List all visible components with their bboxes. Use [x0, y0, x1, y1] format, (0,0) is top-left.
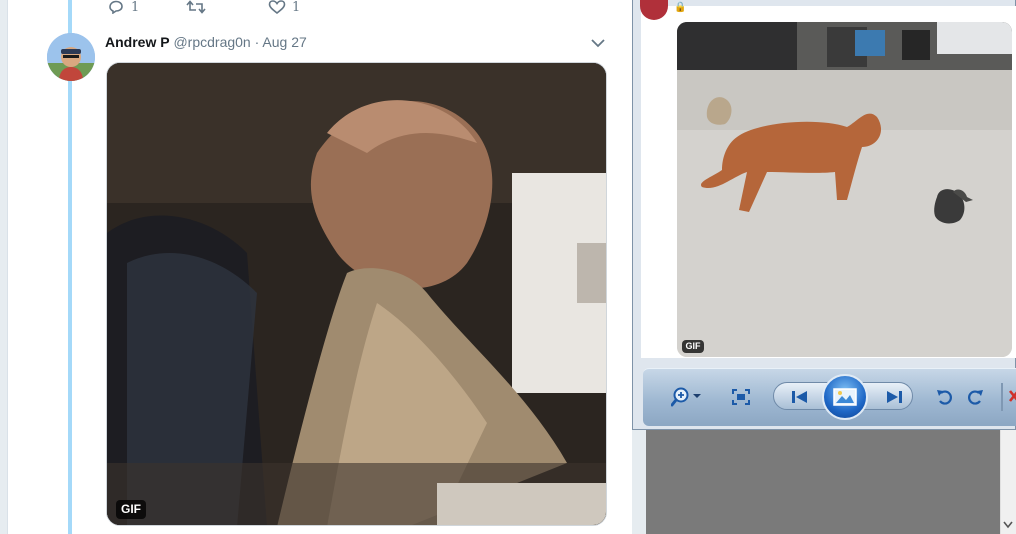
- gif-frame: [677, 22, 1012, 357]
- reply-count: 1: [131, 0, 140, 15]
- previous-button[interactable]: [785, 383, 815, 411]
- like-count: 1: [292, 0, 301, 15]
- gif-frame: [107, 63, 606, 525]
- actual-size-icon: [732, 389, 750, 405]
- gif-badge: GIF: [116, 500, 146, 519]
- delete-icon: [1008, 390, 1016, 402]
- tweet-header: Andrew P @rpcdrag0n · Aug 27: [105, 34, 307, 50]
- rotate-clockwise-icon: [968, 390, 983, 405]
- tweet-date[interactable]: Aug 27: [262, 34, 306, 50]
- viewer-toolbar: [643, 368, 1016, 426]
- zoom-icon: [671, 387, 701, 407]
- avatar-image: [47, 33, 95, 81]
- retweet-action[interactable]: [186, 0, 212, 14]
- scroll-down-arrow-icon[interactable]: [1002, 517, 1014, 531]
- heart-icon: [268, 0, 286, 14]
- slideshow-icon: [833, 388, 857, 406]
- zoom-button[interactable]: [668, 383, 708, 411]
- rotate-counterclockwise-button[interactable]: [933, 383, 957, 411]
- background-window: [646, 430, 1000, 534]
- tweet-gif-media[interactable]: GIF: [106, 62, 607, 526]
- delete-button[interactable]: [1007, 385, 1016, 407]
- gif-badge: GIF: [682, 340, 704, 353]
- author-handle[interactable]: @rpcdrag0n: [173, 34, 250, 50]
- twitter-timeline: 1 1 Andrew P @rpcdrag0n · Aug 27 GIF: [0, 0, 632, 534]
- photo-viewer-window: 🔒 GIF: [632, 0, 1016, 430]
- next-button[interactable]: [879, 383, 909, 411]
- lock-emoji: 🔒: [674, 2, 687, 13]
- header-separator: ·: [254, 34, 260, 50]
- previous-icon: [792, 391, 807, 403]
- retweet-icon: [186, 0, 206, 14]
- toolbar-divider: [1001, 383, 1003, 411]
- actual-size-button[interactable]: [728, 383, 754, 411]
- chevron-down-icon[interactable]: [590, 38, 606, 48]
- reply-icon: [109, 0, 123, 14]
- slideshow-button[interactable]: [822, 374, 868, 420]
- rotate-counterclockwise-icon: [937, 390, 952, 405]
- author-name[interactable]: Andrew P: [105, 34, 170, 50]
- rotate-clockwise-button[interactable]: [963, 383, 987, 411]
- viewer-gif-image[interactable]: GIF: [677, 22, 1012, 357]
- like-action[interactable]: 1: [268, 0, 301, 15]
- reply-action[interactable]: 1: [107, 0, 140, 15]
- avatar[interactable]: [47, 33, 95, 81]
- next-icon: [887, 391, 902, 403]
- page-margin: [0, 0, 8, 534]
